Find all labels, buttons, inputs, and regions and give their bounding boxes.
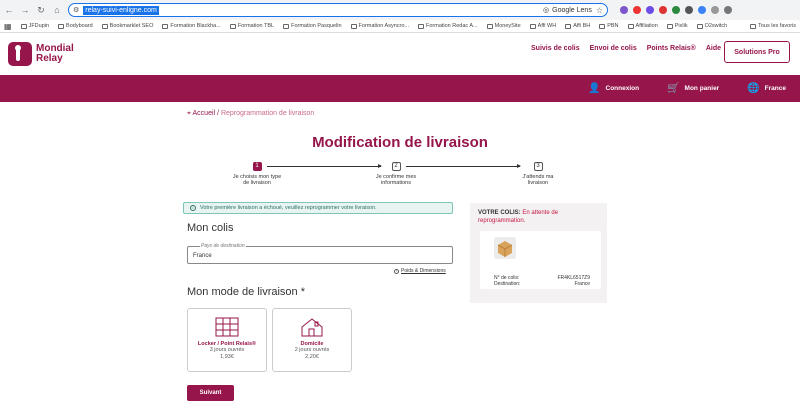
bookmarks-bar: ▦ JFDupin Bodyboard Bookmarklet SEO Formati…	[0, 20, 800, 33]
next-button[interactable]: Suivant	[187, 385, 234, 401]
folder-icon	[101, 23, 108, 29]
nav-suivis-colis[interactable]: Suivis de colis	[531, 45, 580, 52]
bookmark-item[interactable]: Formation TBL	[229, 23, 274, 29]
home-icon[interactable]: ⌂	[52, 5, 62, 15]
folder-icon	[666, 23, 673, 29]
bookmark-item[interactable]: Formation Redac A...	[417, 23, 478, 29]
info-icon: i	[394, 268, 399, 274]
nav-envoi-colis[interactable]: Envoi de colis	[590, 45, 637, 52]
main-content: ⌖ Accueil / Reprogrammation de livraison…	[0, 102, 800, 414]
bookmark-item[interactable]: O2switch	[696, 23, 727, 29]
bookmark-item[interactable]: MoneySite	[486, 23, 521, 29]
step-3: 3 J'attends ma livraison	[522, 162, 554, 186]
folder-icon	[627, 23, 634, 29]
house-icon	[301, 318, 323, 337]
locker-icon	[215, 317, 239, 337]
folder-icon	[417, 23, 424, 29]
globe-icon: 🌐	[747, 83, 760, 94]
bookmark-item[interactable]: Affi WH	[529, 23, 556, 29]
extension-icon[interactable]	[685, 6, 693, 14]
country-selector[interactable]: 🌐 France	[747, 83, 786, 94]
extensions	[620, 6, 732, 14]
folder-icon	[229, 23, 236, 29]
cart-link[interactable]: 🛒 Mon panier	[667, 83, 719, 94]
reload-icon[interactable]: ↻	[36, 5, 46, 16]
nav-points-relais[interactable]: Points Relais®	[647, 45, 696, 52]
extension-icon[interactable]	[633, 6, 641, 14]
site-header: Mondial Relay Suivis de colis Envoi de c…	[0, 33, 800, 75]
all-bookmarks[interactable]: Tous les favoris	[750, 23, 796, 29]
logo-icon	[8, 42, 32, 66]
url-text[interactable]: relay-suivi-enligne.com	[83, 5, 159, 15]
user-icon: 👤	[588, 83, 601, 94]
folder-icon	[750, 23, 757, 29]
folder-icon	[283, 23, 290, 29]
bookmark-item[interactable]: Pixlik	[666, 23, 688, 29]
page-title: Modification de livraison	[312, 134, 488, 151]
mon-colis-title: Mon colis	[187, 222, 234, 234]
apps-icon[interactable]: ▦	[4, 22, 12, 31]
delivery-option-domicile[interactable]: Domicile 2 jours ouvrés 2,20€	[272, 308, 352, 372]
google-lens-button[interactable]: ◎ Google Lens	[543, 6, 592, 15]
browser-toolbar: ← → ↻ ⌂ ⚙ relay-suivi-enligne.com ◎ Goog…	[0, 0, 800, 20]
puzzle-icon[interactable]	[724, 6, 732, 14]
bookmark-item[interactable]: JFDupin	[20, 23, 49, 29]
info-icon: i	[190, 205, 196, 211]
address-bar[interactable]: ⚙ relay-suivi-enligne.com ◎ Google Lens …	[68, 3, 608, 17]
solutions-pro-button[interactable]: Solutions Pro	[724, 41, 790, 63]
folder-icon	[486, 23, 493, 29]
folder-icon	[350, 23, 357, 29]
logo-text: Mondial Relay	[36, 43, 74, 64]
login-link[interactable]: 👤 Connexion	[588, 83, 639, 94]
delivery-mode-title: Mon mode de livraison *	[187, 286, 306, 298]
account-bar: 👤 Connexion 🛒 Mon panier 🌐 France	[0, 75, 800, 102]
parcel-summary: VOTRE COLIS: En attente de reprogrammati…	[470, 203, 607, 303]
top-navigation: Suivis de colis Envoi de colis Points Re…	[531, 45, 721, 52]
folder-icon	[162, 23, 169, 29]
logo[interactable]: Mondial Relay	[8, 42, 74, 66]
extension-icon[interactable]	[711, 6, 719, 14]
country-value: France	[193, 253, 212, 259]
breadcrumb-home[interactable]: Accueil	[193, 110, 216, 117]
cart-icon: 🛒	[667, 83, 680, 94]
extension-icon[interactable]	[698, 6, 706, 14]
bookmark-item[interactable]: Bodyboard	[58, 23, 93, 29]
bookmark-item[interactable]: Formation Blackha...	[162, 23, 221, 29]
extension-icon[interactable]	[659, 6, 667, 14]
extension-icon[interactable]	[672, 6, 680, 14]
parcel-box-icon	[494, 237, 516, 259]
stepper: 1 Je choisis mon type de livraison 2 Je …	[215, 162, 575, 202]
destination-row: Destination: France	[494, 281, 590, 287]
location-pin-icon: ⌖	[187, 110, 191, 117]
delivery-option-locker[interactable]: Locker / Point Relais® 3 jours ouvrés 1,…	[187, 308, 267, 372]
breadcrumb-current: Reprogrammation de livraison	[220, 110, 315, 117]
parcel-status: VOTRE COLIS: En attente de reprogrammati…	[478, 210, 559, 224]
country-field[interactable]: Pays de destination France	[187, 243, 453, 264]
bookmark-item[interactable]: Affiliation	[627, 23, 658, 29]
bookmark-item[interactable]: Formation Pasquelin	[283, 23, 342, 29]
folder-icon	[20, 23, 27, 29]
star-icon[interactable]: ☆	[596, 6, 603, 15]
site-info-icon[interactable]: ⚙	[73, 6, 79, 14]
folder-icon	[599, 23, 606, 29]
parcel-card: N° de colis: FR4KL6517Z9 Destination: Fr…	[480, 231, 601, 289]
folder-icon	[565, 23, 572, 29]
back-icon[interactable]: ←	[4, 5, 14, 15]
folder-icon	[58, 23, 65, 29]
lens-icon: ◎	[543, 7, 550, 14]
dimensions-link[interactable]: i Poids & Dimensions	[394, 268, 446, 274]
folder-icon	[529, 23, 536, 29]
folder-icon	[696, 23, 703, 29]
bookmark-item[interactable]: Formation Asyncro...	[350, 23, 409, 29]
nav-aide[interactable]: Aide	[706, 45, 721, 52]
bookmark-item[interactable]: PBN	[599, 23, 619, 29]
bookmark-item[interactable]: Bookmarklet SEO	[101, 23, 153, 29]
info-alert: i Votre première livraison a échoué, veu…	[183, 202, 453, 214]
extension-icon[interactable]	[646, 6, 654, 14]
breadcrumb: ⌖ Accueil / Reprogrammation de livraison	[187, 110, 315, 117]
forward-icon[interactable]: →	[20, 5, 30, 15]
extension-icon[interactable]	[620, 6, 628, 14]
bookmark-item[interactable]: Affi BH	[565, 23, 590, 29]
